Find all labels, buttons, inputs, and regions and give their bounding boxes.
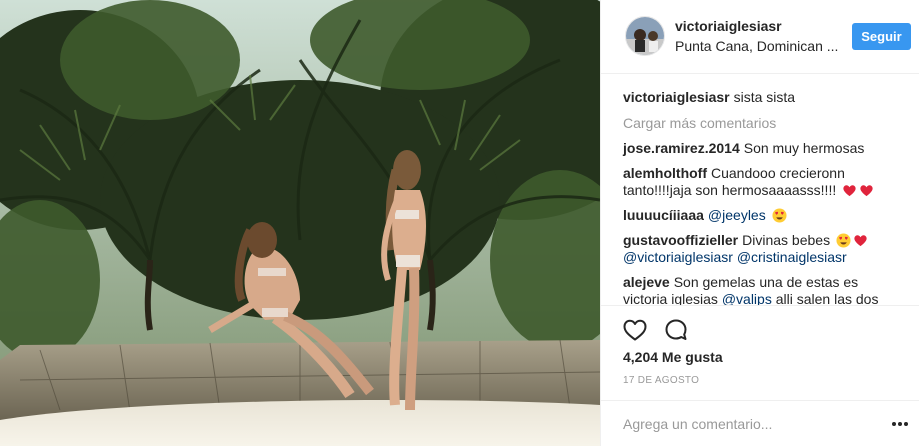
speech-bubble-icon[interactable]: [662, 316, 690, 344]
post-location[interactable]: Punta Cana, Dominican ...: [675, 38, 840, 54]
red-heart-icon: [843, 185, 856, 197]
list-item: alejeve Son gemelas una de estas es victo…: [623, 274, 902, 305]
instagram-post: victoriaiglesiasr Punta Cana, Dominican …: [0, 0, 919, 446]
heart-eyes-emoji-icon: [772, 208, 787, 223]
avatar-image: [626, 17, 664, 55]
comments-list[interactable]: victoriaiglesiasr sista sista Cargar más …: [601, 75, 919, 305]
list-item: luuuucíiiaaa @jeeyles: [623, 207, 902, 224]
comment-username[interactable]: jose.ramirez.2014: [623, 140, 740, 156]
ellipsis-dot: [892, 422, 896, 426]
comment-username[interactable]: alejeve: [623, 274, 670, 290]
post-header: victoriaiglesiasr Punta Cana, Dominican …: [601, 0, 919, 74]
comment-text: Son muy hermosas: [743, 140, 865, 156]
comment-mention[interactable]: @jeeyles: [708, 207, 766, 223]
comment-text: alli salen las dos: [775, 291, 879, 305]
ellipsis-icon[interactable]: [892, 419, 908, 429]
comment-mention[interactable]: @cristinaiglesiasr: [737, 249, 847, 265]
comment-text: Divinas bebes: [742, 232, 831, 248]
load-more-comments-button[interactable]: Cargar más comentarios: [623, 115, 902, 132]
comment-mention[interactable]: @victoriaiglesiasr: [623, 249, 733, 265]
photo-illustration: [0, 0, 600, 446]
comment-username[interactable]: luuuucíiiaaa: [623, 207, 704, 223]
comment-username[interactable]: alemholthoff: [623, 165, 707, 181]
red-heart-icon: [854, 235, 867, 247]
post-date: 17 DE AGOSTO: [623, 375, 700, 386]
ellipsis-dot: [898, 422, 902, 426]
add-comment-input[interactable]: [623, 413, 883, 435]
follow-button[interactable]: Seguir: [852, 23, 911, 50]
list-item: gustavooffizieller Divinas bebes @victori…: [623, 232, 902, 266]
comment-username[interactable]: gustavooffizieller: [623, 232, 738, 248]
comment-mention[interactable]: @valips: [722, 291, 772, 305]
likes-count[interactable]: 4,204 Me gusta: [623, 349, 723, 365]
ellipsis-dot: [904, 422, 908, 426]
post-side-panel: victoriaiglesiasr Punta Cana, Dominican …: [600, 0, 919, 446]
post-caption: victoriaiglesiasr sista sista: [623, 89, 902, 106]
caption-username[interactable]: victoriaiglesiasr: [623, 89, 730, 105]
add-comment-bar: [601, 400, 919, 446]
heart-eyes-emoji-icon: [836, 233, 851, 248]
post-actions: 4,204 Me gusta 17 DE AGOSTO: [601, 305, 919, 446]
list-item: jose.ramirez.2014 Son muy hermosas: [623, 140, 902, 157]
post-author-username[interactable]: victoriaiglesiasr: [675, 18, 782, 34]
heart-outline-icon[interactable]: [621, 316, 649, 344]
caption-text: sista sista: [733, 89, 796, 105]
post-photo[interactable]: [0, 0, 600, 446]
red-heart-icon: [860, 185, 873, 197]
avatar[interactable]: [625, 16, 665, 56]
list-item: alemholthoff Cuandooo crecieronn tanto!!!…: [623, 165, 902, 199]
comments-scrollbar[interactable]: [915, 75, 919, 305]
